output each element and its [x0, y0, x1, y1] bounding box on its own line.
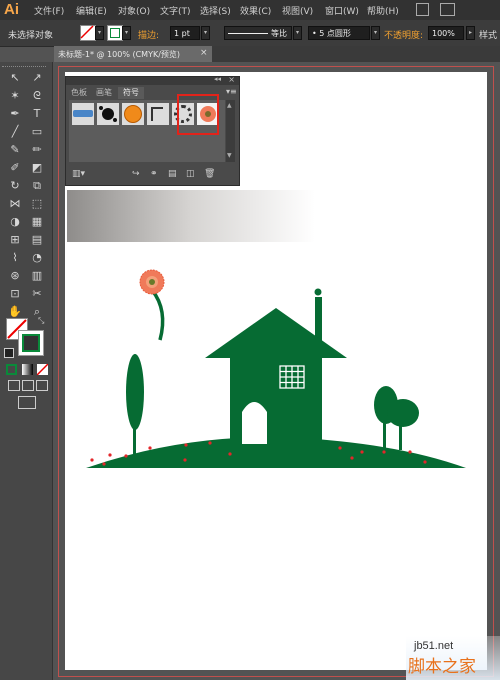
new-symbol-icon[interactable]: ◫: [186, 169, 195, 179]
delete-symbol-icon[interactable]: 🗑: [204, 169, 215, 179]
banner-symbol[interactable]: [72, 103, 94, 125]
collapse-panel-button[interactable]: ◂◂: [214, 75, 221, 83]
orange-button-symbol[interactable]: [122, 103, 144, 125]
house[interactable]: [205, 288, 347, 449]
watermark-site: jb51.net: [414, 640, 454, 652]
panel-menu-icon[interactable]: ▾≡: [226, 87, 237, 96]
house-door: [242, 402, 267, 444]
scroll-down-icon: ▼: [227, 152, 232, 159]
break-link-icon[interactable]: ⚭: [150, 169, 158, 179]
close-panel-button[interactable]: ×: [228, 75, 235, 84]
tab-brushes[interactable]: 画笔: [92, 87, 116, 99]
house-roof: [205, 308, 347, 358]
chimney-smoke: [314, 288, 322, 296]
tab-symbols[interactable]: 符号: [118, 87, 144, 99]
watermark-name: 脚本之家: [408, 657, 476, 677]
place-symbol-instance-icon[interactable]: ↪: [132, 169, 140, 179]
symbols-scrollbar[interactable]: ▲ ▼: [226, 100, 235, 162]
corner-symbol[interactable]: [147, 103, 169, 125]
tab-swatches[interactable]: 色板: [68, 87, 90, 99]
right-trees[interactable]: [374, 386, 419, 450]
scroll-up-icon: ▲: [227, 102, 232, 109]
gerbera-flower[interactable]: [139, 269, 165, 341]
house-chimney: [315, 297, 322, 342]
selected-symbol-highlight: [177, 94, 219, 135]
gradient-rectangle[interactable]: [67, 190, 315, 242]
panel-titlebar[interactable]: ◂◂ ×: [66, 75, 239, 85]
symbols-panel-footer: ▥▾ ↪ ⚭ ▤ ◫ 🗑: [66, 165, 239, 185]
symbol-libraries-menu-icon[interactable]: ▥▾: [72, 169, 85, 179]
ink-splatter-symbol[interactable]: [97, 103, 119, 125]
symbol-options-icon[interactable]: ▤: [168, 169, 177, 179]
tall-tree[interactable]: [126, 354, 144, 455]
